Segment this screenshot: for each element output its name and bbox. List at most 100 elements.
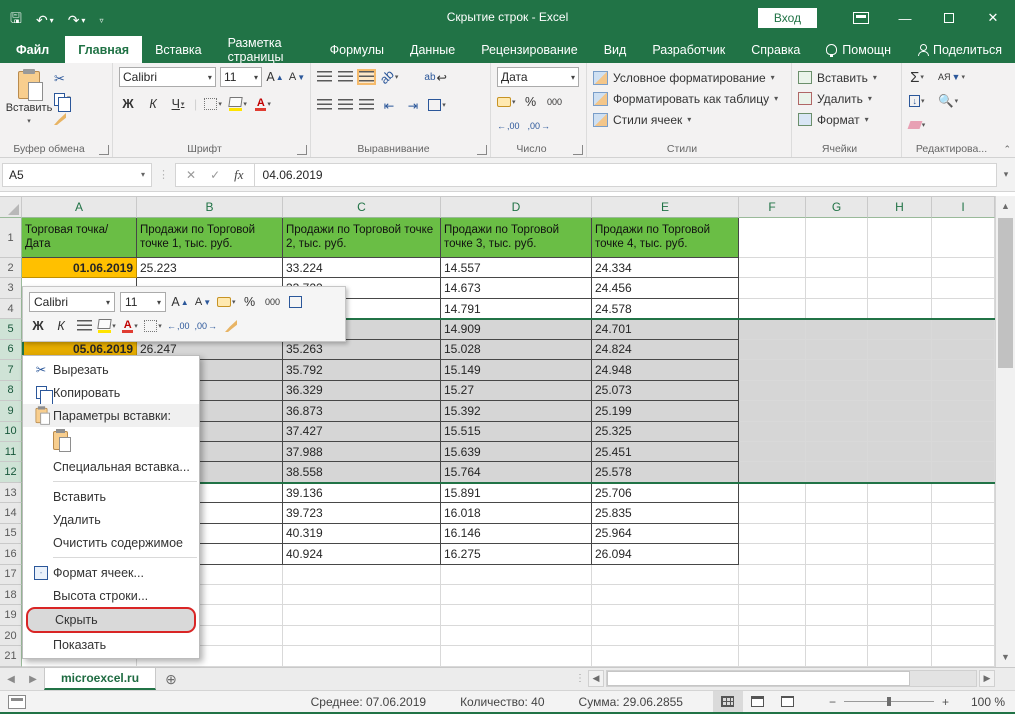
cell-H3[interactable] [868,278,932,298]
cell-H7[interactable] [868,360,932,380]
row-header-3[interactable]: 3 [0,278,22,298]
row-header-12[interactable]: 12 [0,462,22,482]
cell-H14[interactable] [868,503,932,523]
cell-A2[interactable]: 01.06.2019 [22,258,137,278]
mini-format-painter-icon[interactable] [222,316,240,336]
clear-icon[interactable]: ▾ [908,115,926,135]
cell-F17[interactable] [739,565,806,585]
row-header-21[interactable]: 21 [0,646,22,666]
tab-developer[interactable]: Разработчик [639,36,738,63]
cell-I15[interactable] [932,524,995,544]
cell-G3[interactable] [806,278,868,298]
menu-item-удалить[interactable]: Удалить [23,508,199,531]
cell-G14[interactable] [806,503,868,523]
close-button[interactable]: ✕ [971,0,1015,36]
row-header-6[interactable]: 6 [0,340,22,360]
minimize-button[interactable]: — [883,0,927,36]
cell-G8[interactable] [806,381,868,401]
cell-G10[interactable] [806,422,868,442]
menu-item-скрыть[interactable]: Скрыть [26,607,196,633]
cell-D19[interactable] [441,605,592,625]
percent-style-icon[interactable]: % [522,92,540,112]
scroll-up-icon[interactable]: ▲ [996,196,1015,216]
cell-E14[interactable]: 25.835 [592,503,739,523]
fill-icon[interactable]: ↓▾ [908,91,926,111]
cell-H15[interactable] [868,524,932,544]
cell-D15[interactable]: 16.146 [441,524,592,544]
italic-button[interactable]: К [144,94,162,114]
cell-I21[interactable] [932,646,995,666]
cell-D17[interactable] [441,565,592,585]
cell-G13[interactable] [806,483,868,503]
align-top-icon[interactable] [317,71,332,83]
mini-fill-color-icon[interactable]: ▾ [98,316,116,336]
row-header-16[interactable]: 16 [0,544,22,564]
row-header-18[interactable]: 18 [0,585,22,605]
cell-D6[interactable]: 15.028 [441,340,592,360]
cell-E6[interactable]: 24.824 [592,340,739,360]
cell-F16[interactable] [739,544,806,564]
scroll-down-icon[interactable]: ▼ [996,647,1015,667]
menu-item-высота-строки-[interactable]: Высота строки... [23,584,199,607]
menu-item-копировать[interactable]: Копировать [23,381,199,404]
cell-I8[interactable] [932,381,995,401]
align-bottom-icon[interactable] [359,71,374,83]
conditional-formatting-button[interactable]: Условное форматирование▾ [593,67,787,88]
cell-H13[interactable] [868,483,932,503]
cell-I10[interactable] [932,422,995,442]
row-header-13[interactable]: 13 [0,483,22,503]
cell-F9[interactable] [739,401,806,421]
vertical-scroll-thumb[interactable] [998,218,1013,368]
cell-E7[interactable]: 24.948 [592,360,739,380]
cell-G6[interactable] [806,340,868,360]
tab-tell-me[interactable]: Помощн [813,36,904,63]
tab-insert[interactable]: Вставка [142,36,214,63]
copy-icon[interactable]: ▾ [54,91,71,107]
mini-percent-icon[interactable]: % [241,292,259,312]
number-format-select[interactable]: Дата▾ [497,67,579,87]
cell-E20[interactable] [592,626,739,646]
cell-D9[interactable]: 15.392 [441,401,592,421]
cell-D1[interactable]: Продажи по Торговой точке 3, тыс. руб. [441,218,592,258]
format-painter-icon[interactable] [54,111,71,127]
zoom-out-icon[interactable]: − [829,695,836,709]
cell-G17[interactable] [806,565,868,585]
cell-E21[interactable] [592,646,739,666]
horizontal-scroll-thumb[interactable] [607,671,910,686]
cell-F6[interactable] [739,340,806,360]
cut-icon[interactable]: ✂ [54,71,71,87]
format-cells-button[interactable]: Формат▾ [798,109,897,130]
paste-button[interactable]: Вставить ▾ [6,67,52,139]
cell-I16[interactable] [932,544,995,564]
row-header-17[interactable]: 17 [0,565,22,585]
cell-E18[interactable] [592,585,739,605]
cell-C8[interactable]: 36.329 [283,381,441,401]
cell-F11[interactable] [739,442,806,462]
cell-E11[interactable]: 25.451 [592,442,739,462]
cell-C12[interactable]: 38.558 [283,462,441,482]
cell-H2[interactable] [868,258,932,278]
cell-D21[interactable] [441,646,592,666]
normal-view-icon[interactable] [713,691,743,712]
cell-D13[interactable]: 15.891 [441,483,592,503]
zoom-slider[interactable] [844,701,934,702]
horizontal-scroll-track[interactable] [606,670,977,687]
cell-H1[interactable] [868,218,932,258]
page-break-view-icon[interactable] [773,691,803,712]
cell-E2[interactable]: 24.334 [592,258,739,278]
scroll-left-icon[interactable]: ◀ [588,670,604,687]
cancel-entry-icon[interactable]: ✕ [186,168,196,182]
mini-font-name-select[interactable]: Calibri▾ [29,292,115,312]
cell-E5[interactable]: 24.701 [592,319,739,339]
orientation-icon[interactable]: ab▾ [380,67,398,87]
scroll-right-icon[interactable]: ▶ [979,670,995,687]
cell-H8[interactable] [868,381,932,401]
prev-sheet-icon[interactable]: ◀ [0,668,22,690]
cell-F20[interactable] [739,626,806,646]
decrease-indent-icon[interactable]: ⇤ [380,95,398,115]
cell-G20[interactable] [806,626,868,646]
cell-F13[interactable] [739,483,806,503]
cell-D10[interactable]: 15.515 [441,422,592,442]
cell-C21[interactable] [283,646,441,666]
confirm-entry-icon[interactable]: ✓ [210,168,220,182]
